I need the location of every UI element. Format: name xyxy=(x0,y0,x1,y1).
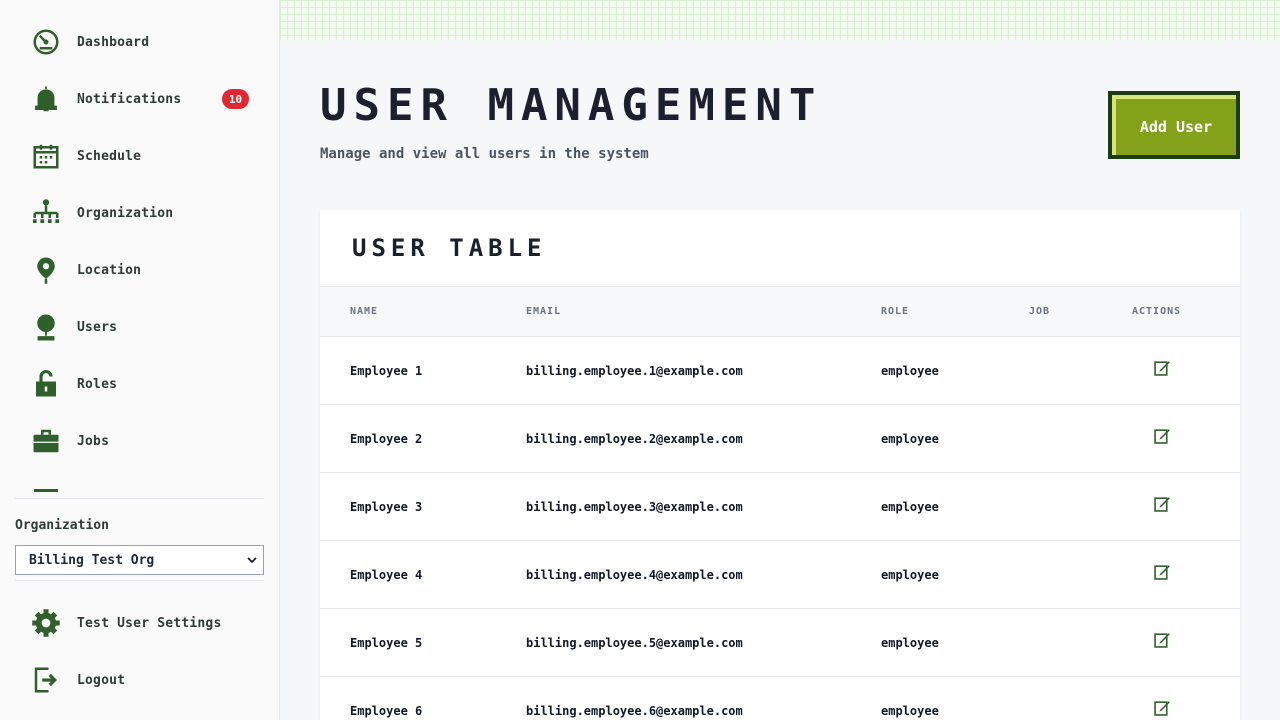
edit-icon[interactable] xyxy=(1154,495,1171,512)
cell-name: Employee 1 xyxy=(350,364,423,378)
decorative-grid-strip xyxy=(280,0,1280,40)
sidebar-item-label: Test User Settings xyxy=(77,615,222,631)
organization-select[interactable]: Billing Test Org xyxy=(15,545,264,575)
table-row: Employee 1 billing.employee.1@example.co… xyxy=(320,337,1240,405)
sidebar-item-label: Logout xyxy=(77,672,126,688)
edit-icon[interactable] xyxy=(1154,359,1171,376)
cell-name: Employee 6 xyxy=(350,704,423,718)
cell-name: Employee 2 xyxy=(350,432,423,446)
column-header-name: Name xyxy=(350,306,379,317)
bell-icon xyxy=(30,83,62,115)
sidebar-item-label: Notifications xyxy=(77,91,182,107)
user-table-card: User Table Name Email Role Job Actions E… xyxy=(320,210,1240,720)
cell-email: billing.employee.4@example.com xyxy=(526,568,743,582)
sidebar-divider xyxy=(15,498,264,499)
table-row: Employee 5 billing.employee.5@example.co… xyxy=(320,609,1240,677)
lock-icon xyxy=(30,368,62,400)
cell-role: employee xyxy=(881,704,939,718)
sidebar-item-settings[interactable]: Test User Settings xyxy=(30,603,255,643)
sidebar-item-location[interactable]: Location xyxy=(30,250,255,290)
edit-icon[interactable] xyxy=(1154,699,1171,716)
briefcase-icon xyxy=(30,425,62,457)
add-user-button-label: Add User xyxy=(1112,95,1236,155)
cell-email: billing.employee.1@example.com xyxy=(526,364,743,378)
cell-role: employee xyxy=(881,432,939,446)
column-header-job: Job xyxy=(1029,306,1051,317)
table-row: Employee 3 billing.employee.3@example.co… xyxy=(320,473,1240,541)
edit-icon[interactable] xyxy=(1154,427,1171,444)
edit-icon[interactable] xyxy=(1154,563,1171,580)
sidebar-item-label: Jobs xyxy=(77,433,110,449)
cell-email: billing.employee.2@example.com xyxy=(526,432,743,446)
logout-icon xyxy=(30,664,62,696)
nav-overflow-icon-peek xyxy=(34,489,58,492)
page-subtitle: Manage and view all users in the system xyxy=(320,146,649,162)
cell-name: Employee 4 xyxy=(350,568,423,582)
sidebar-item-users[interactable]: Users xyxy=(30,307,255,347)
page-title: User Management xyxy=(320,80,823,131)
add-user-button[interactable]: Add User xyxy=(1108,91,1240,159)
cell-role: employee xyxy=(881,364,939,378)
organization-label: Organization xyxy=(15,518,109,533)
cell-name: Employee 5 xyxy=(350,636,423,650)
sidebar-divider xyxy=(15,580,264,581)
column-header-role: Role xyxy=(881,306,910,317)
cell-role: employee xyxy=(881,568,939,582)
notification-count-badge: 10 xyxy=(222,89,249,109)
cell-email: billing.employee.5@example.com xyxy=(526,636,743,650)
table-header: Name Email Role Job Actions xyxy=(320,286,1240,337)
table-title: User Table xyxy=(352,234,547,262)
cell-email: billing.employee.6@example.com xyxy=(526,704,743,718)
column-header-actions: Actions xyxy=(1132,306,1182,317)
sidebar-item-notifications[interactable]: Notifications 10 xyxy=(30,79,255,119)
table-row: Employee 6 billing.employee.6@example.co… xyxy=(320,677,1240,720)
sidebar-item-schedule[interactable]: Schedule xyxy=(30,136,255,176)
sidebar: Dashboard Notifications 10 Schedule Orga… xyxy=(0,0,280,720)
sidebar-item-dashboard[interactable]: Dashboard xyxy=(30,22,255,62)
user-icon xyxy=(30,311,62,343)
sidebar-item-label: Organization xyxy=(77,205,174,221)
column-header-email: Email xyxy=(526,306,562,317)
org-chart-icon xyxy=(30,197,62,229)
sidebar-item-roles[interactable]: Roles xyxy=(30,364,255,404)
sidebar-item-label: Location xyxy=(77,262,142,278)
sidebar-item-label: Roles xyxy=(77,376,118,392)
sidebar-item-jobs[interactable]: Jobs xyxy=(30,421,255,461)
table-row: Employee 2 billing.employee.2@example.co… xyxy=(320,405,1240,473)
sidebar-item-organization[interactable]: Organization xyxy=(30,193,255,233)
sidebar-item-label: Users xyxy=(77,319,118,335)
edit-icon[interactable] xyxy=(1154,631,1171,648)
cell-role: employee xyxy=(881,636,939,650)
cell-name: Employee 3 xyxy=(350,500,423,514)
sidebar-item-label: Dashboard xyxy=(77,34,150,50)
dashboard-icon xyxy=(30,26,62,58)
gear-icon xyxy=(30,607,62,639)
location-pin-icon xyxy=(30,254,62,286)
sidebar-item-logout[interactable]: Logout xyxy=(30,660,255,700)
sidebar-nav: Dashboard Notifications 10 Schedule Orga… xyxy=(0,0,279,492)
chevron-down-icon xyxy=(247,557,257,564)
table-row: Employee 4 billing.employee.4@example.co… xyxy=(320,541,1240,609)
organization-select-value: Billing Test Org xyxy=(29,552,155,568)
sidebar-item-label: Schedule xyxy=(77,148,142,164)
calendar-icon xyxy=(30,140,62,172)
cell-email: billing.employee.3@example.com xyxy=(526,500,743,514)
cell-role: employee xyxy=(881,500,939,514)
